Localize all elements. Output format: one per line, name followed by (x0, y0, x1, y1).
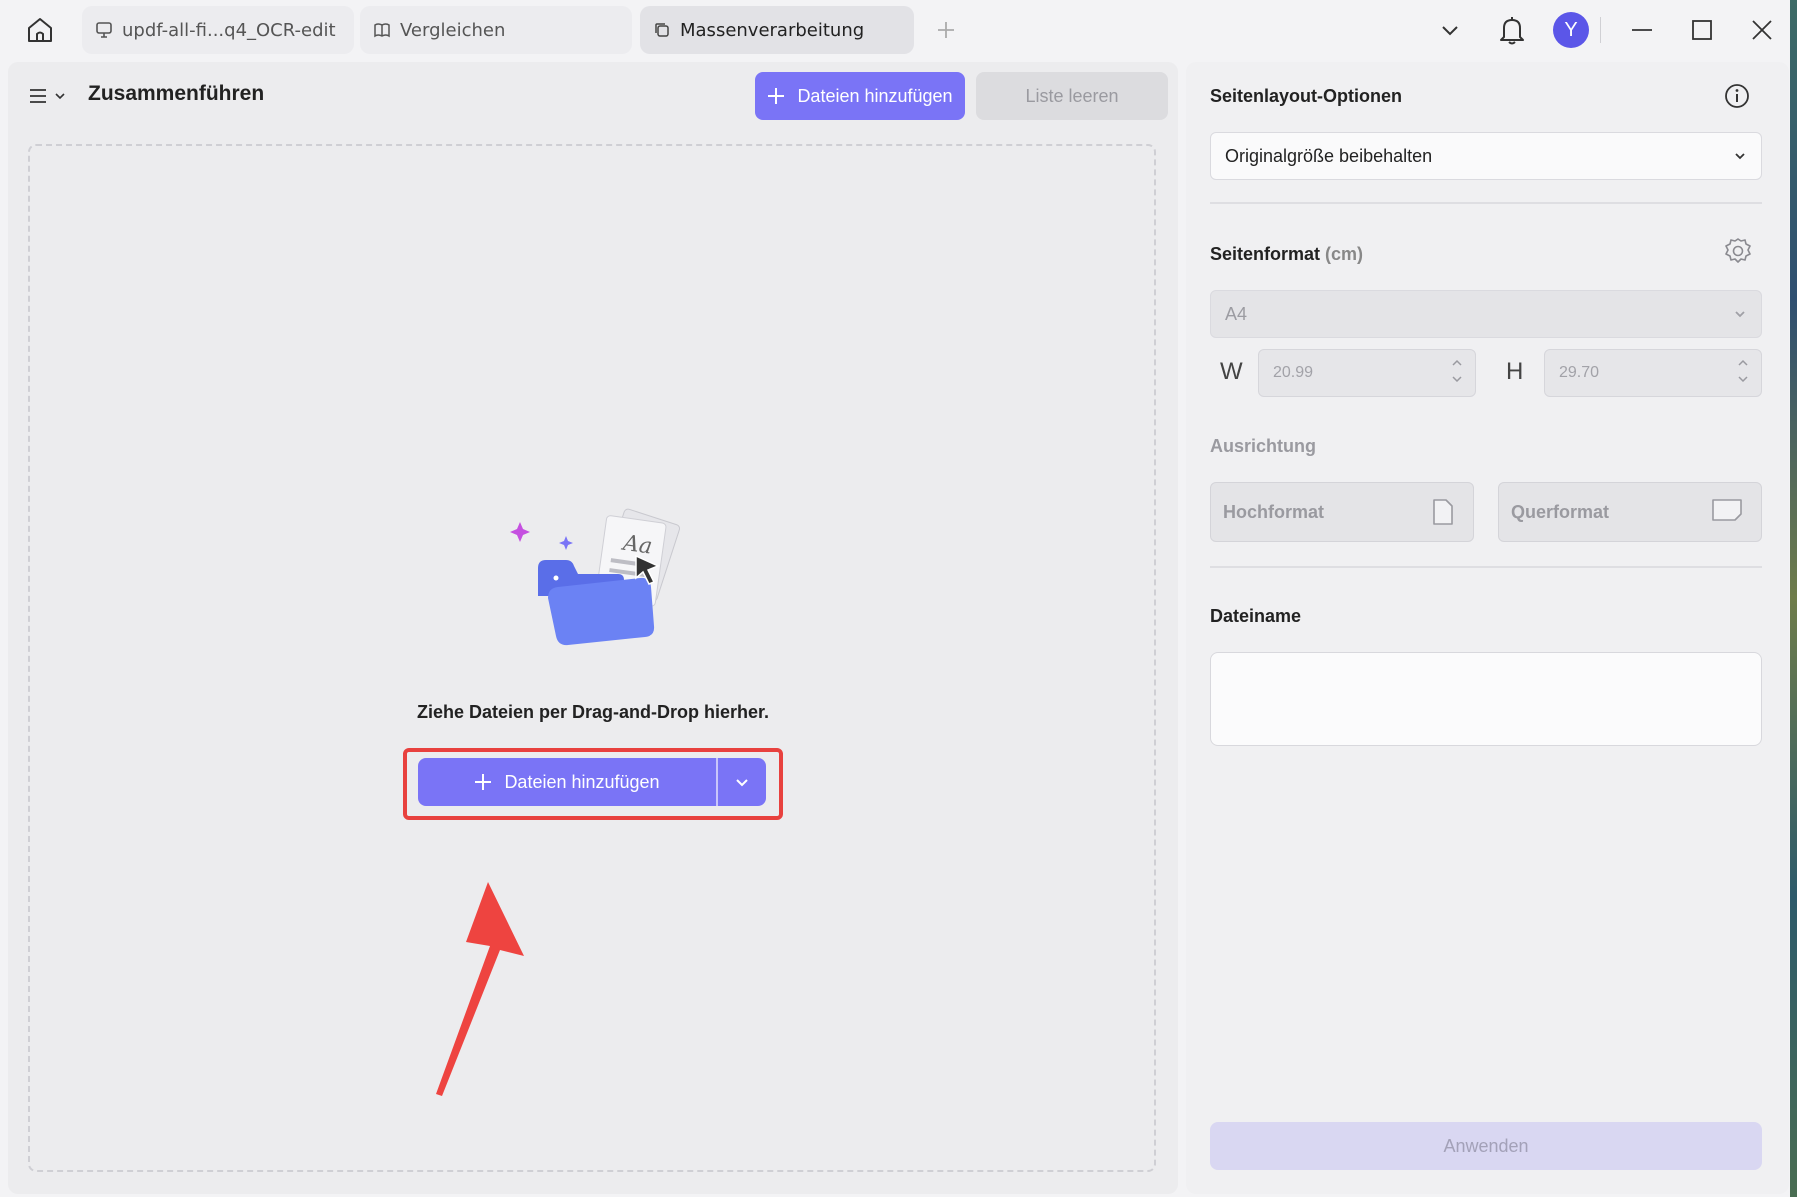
width-value: 20.99 (1273, 364, 1314, 381)
tab-label: Massenverarbeitung (680, 19, 865, 41)
height-input[interactable]: 29.70 (1544, 349, 1762, 397)
add-files-button[interactable]: Dateien hinzufügen (755, 72, 965, 120)
chevron-up-icon (1452, 359, 1462, 366)
portrait-button[interactable]: Hochformat (1210, 482, 1474, 542)
menu-button[interactable] (28, 80, 70, 112)
portrait-label: Hochformat (1223, 501, 1325, 522)
chevron-up-icon (1738, 359, 1748, 366)
chevron-down-icon (736, 779, 748, 787)
new-tab-button[interactable] (930, 14, 962, 46)
info-icon[interactable] (1723, 82, 1751, 110)
add-files-label: Dateien hinzufügen (797, 85, 953, 106)
chevron-down-icon (55, 93, 65, 100)
options-panel: Seitenlayout-Optionen Originalgröße beib… (1186, 62, 1789, 1194)
close-icon (1752, 20, 1772, 40)
page-format-label: Seitenformat (1210, 244, 1321, 264)
page-title: Zusammenführen (88, 82, 265, 105)
chevron-down-icon (1733, 149, 1747, 163)
clear-list-label: Liste leeren (1025, 85, 1119, 106)
divider (1210, 566, 1762, 568)
plus-icon (938, 22, 954, 38)
app-window: updf-all-fi...q4_OCR-edit Vergleichen Ma… (0, 0, 1797, 1197)
page-format-heading: Seitenformat (cm) (1210, 244, 1363, 265)
page-format-select[interactable]: A4 (1210, 290, 1762, 338)
layout-select[interactable]: Originalgröße beibehalten (1210, 132, 1762, 180)
tab-batch[interactable]: Massenverarbeitung (640, 6, 914, 54)
copy-icon (652, 20, 672, 40)
bell-icon (1500, 17, 1524, 45)
height-value: 29.70 (1559, 364, 1600, 381)
chevron-down-icon (1442, 26, 1458, 36)
tab-document[interactable]: updf-all-fi...q4_OCR-edit (82, 6, 354, 54)
titlebar-divider (1596, 10, 1604, 50)
maximize-button[interactable] (1682, 10, 1722, 50)
height-label: H (1506, 358, 1524, 385)
presentation-icon (94, 20, 114, 40)
avatar: Y (1553, 12, 1589, 48)
add-files-split-button: Dateien hinzufügen (418, 758, 766, 806)
plus-icon (767, 87, 785, 105)
home-icon (28, 18, 52, 42)
page-format-unit: (cm) (1325, 244, 1364, 264)
apply-button[interactable]: Anwenden (1210, 1122, 1762, 1170)
svg-text:Aa: Aa (620, 531, 654, 560)
red-arrow-annotation (436, 882, 524, 1096)
divider (1210, 202, 1762, 204)
folder-files-illustration-icon: Aa (510, 508, 681, 646)
clear-list-button[interactable]: Liste leeren (976, 72, 1168, 120)
add-files-main-button[interactable]: Dateien hinzufügen (418, 758, 716, 806)
orientation-heading: Ausrichtung (1210, 436, 1316, 456)
desktop-edge-strip (1790, 0, 1797, 1197)
page-format-select-value: A4 (1225, 303, 1248, 324)
filename-field[interactable] (1210, 652, 1762, 746)
close-button[interactable] (1742, 10, 1782, 50)
tabs-dropdown-button[interactable] (1430, 10, 1470, 50)
chevron-down-icon (1738, 376, 1748, 383)
landscape-page-icon (1712, 499, 1742, 521)
hamburger-icon (30, 89, 46, 103)
chevron-down-icon (1733, 307, 1747, 321)
book-icon (372, 20, 392, 40)
chevron-down-icon (1452, 376, 1462, 383)
portrait-page-icon (1433, 499, 1453, 525)
minimize-button[interactable] (1622, 10, 1662, 50)
height-stepper[interactable] (1737, 358, 1749, 384)
tab-label: Vergleichen (400, 19, 506, 41)
gear-icon[interactable] (1723, 236, 1753, 266)
user-avatar-button[interactable]: Y (1551, 10, 1591, 50)
plus-icon (474, 773, 492, 791)
minimize-icon (1632, 29, 1652, 31)
layout-select-value: Originalgröße beibehalten (1225, 145, 1433, 166)
drop-hint-text: Ziehe Dateien per Drag-and-Drop hierher. (416, 702, 770, 722)
tab-label: updf-all-fi...q4_OCR-edit (122, 19, 336, 41)
layout-options-heading: Seitenlayout-Optionen (1210, 86, 1403, 106)
apply-label: Anwenden (1443, 1135, 1529, 1156)
maximize-icon (1692, 20, 1712, 40)
width-stepper[interactable] (1451, 358, 1463, 384)
home-button[interactable] (20, 12, 60, 48)
add-files-dropdown-button[interactable] (718, 758, 766, 806)
merge-panel: Zusammenführen Dateien hinzufügen Liste … (8, 62, 1178, 1194)
add-files-label: Dateien hinzufügen (504, 771, 660, 792)
width-label: W (1220, 358, 1243, 385)
width-input[interactable]: 20.99 (1258, 349, 1476, 397)
title-bar: updf-all-fi...q4_OCR-edit Vergleichen Ma… (0, 0, 1797, 60)
landscape-label: Querformat (1511, 501, 1610, 522)
notifications-button[interactable] (1492, 10, 1532, 50)
filename-heading: Dateiname (1210, 606, 1302, 626)
tab-compare[interactable]: Vergleichen (360, 6, 632, 54)
landscape-button[interactable]: Querformat (1498, 482, 1762, 542)
